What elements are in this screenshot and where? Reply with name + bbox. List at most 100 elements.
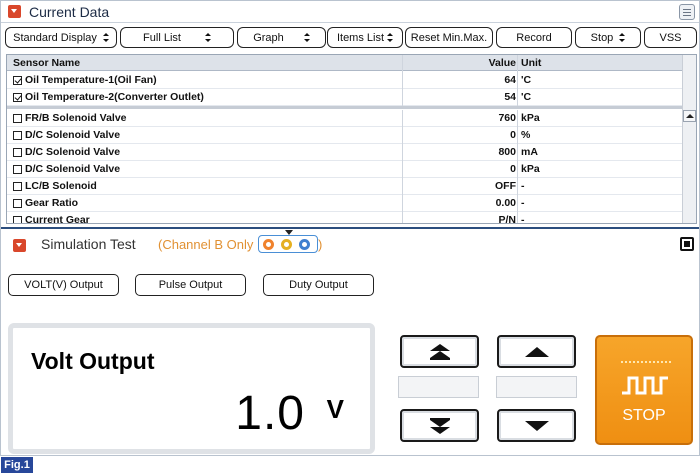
sensor-value: 0.00: [495, 197, 516, 209]
table-row[interactable]: D/C Solenoid Valve 0 kPa: [7, 161, 683, 178]
row-checkbox[interactable]: [13, 75, 22, 85]
items-list-label: Items List: [336, 31, 385, 44]
volt-output-label: VOLT(V) Output: [24, 279, 103, 291]
selected-channel-marker-icon: [285, 230, 293, 235]
row-checkbox[interactable]: [13, 181, 22, 191]
reset-min-max-button[interactable]: Reset Min.Max.: [405, 27, 493, 48]
table-row[interactable]: D/C Solenoid Valve 0%: [7, 127, 683, 144]
row-checkbox[interactable]: [13, 198, 22, 208]
column-value[interactable]: Value: [489, 57, 516, 69]
sensor-unit: -: [521, 197, 525, 209]
step-field-left[interactable]: [398, 376, 479, 398]
increase-button[interactable]: [497, 335, 576, 368]
sensor-name-text: LC/B Solenoid: [25, 180, 97, 192]
fast-increase-button[interactable]: [400, 335, 479, 368]
column-divider: [517, 212, 518, 223]
updown-icon: [387, 32, 394, 43]
updown-icon: [619, 32, 626, 43]
sensor-name: Current Gear: [13, 214, 90, 224]
record-label: Record: [516, 31, 552, 44]
items-list-select[interactable]: Items List: [327, 27, 403, 48]
scroll-up-icon[interactable]: [683, 110, 696, 122]
double-up-arrow-icon: [429, 343, 450, 360]
row-checkbox[interactable]: [13, 147, 22, 157]
pulse-output-label: Pulse Output: [158, 279, 223, 291]
sensor-value: 54: [504, 91, 516, 103]
duty-output-button[interactable]: Duty Output: [263, 274, 374, 296]
step-field-right[interactable]: [496, 376, 577, 398]
sensor-name-text: FR/B Solenoid Valve: [25, 112, 127, 124]
table-row[interactable]: Oil Temperature-1(Oil Fan) 64 'C: [7, 72, 683, 89]
row-checkbox[interactable]: [13, 164, 22, 174]
stop-square-icon[interactable]: [680, 237, 694, 251]
up-arrow-icon: [524, 346, 549, 357]
sensor-name: FR/B Solenoid Valve: [13, 112, 127, 124]
channel-a-icon[interactable]: [263, 239, 274, 250]
fast-decrease-button[interactable]: [400, 409, 479, 442]
column-divider: [402, 89, 403, 106]
volt-output-button[interactable]: VOLT(V) Output: [8, 274, 119, 296]
table-row[interactable]: D/C Solenoid Valve 800 mA: [7, 144, 683, 161]
updown-icon: [204, 32, 211, 43]
vertical-scrollbar[interactable]: [682, 55, 696, 223]
table-row[interactable]: LC/B Solenoid OFF -: [7, 178, 683, 195]
standard-display-label: Standard Display: [13, 31, 97, 44]
table-row[interactable]: Current Gear P/N -: [7, 212, 683, 224]
stop-simulation-button[interactable]: STOP: [595, 335, 693, 445]
volt-output-value: 1.0: [235, 387, 305, 440]
collapse-icon[interactable]: [13, 239, 26, 252]
sensor-value: 0: [510, 129, 516, 141]
panel-title: Current Data: [29, 4, 110, 20]
sensor-unit: %: [521, 129, 531, 141]
vss-button[interactable]: VSS: [644, 27, 697, 48]
simulation-header: Simulation Test (Channel B Only ): [1, 227, 699, 257]
updown-icon: [102, 32, 109, 43]
sensor-name: Gear Ratio: [13, 197, 78, 209]
sensor-name-text: Oil Temperature-2(Converter Outlet): [25, 91, 204, 103]
pulse-wave-icon: [622, 376, 668, 395]
menu-icon[interactable]: [679, 4, 695, 20]
pinned-splitter[interactable]: [7, 106, 696, 109]
column-sensor-name[interactable]: Sensor Name: [13, 57, 80, 69]
table-row[interactable]: Oil Temperature-2(Converter Outlet) 54 'C: [7, 89, 683, 106]
row-checkbox[interactable]: [13, 92, 22, 102]
volt-output-display: Volt Output 1.0 V: [8, 323, 375, 454]
row-checkbox[interactable]: [13, 113, 22, 123]
table-row[interactable]: FR/B Solenoid Valve 760 kPa: [7, 110, 683, 127]
sensor-value: 800: [498, 146, 516, 158]
full-list-select[interactable]: Full List: [120, 27, 234, 48]
stop-select[interactable]: Stop: [575, 27, 641, 48]
pulse-output-button[interactable]: Pulse Output: [135, 274, 246, 296]
collapse-icon[interactable]: [8, 5, 21, 18]
sensor-name-text: Current Gear: [25, 214, 90, 224]
column-divider: [402, 55, 403, 72]
record-button[interactable]: Record: [496, 27, 572, 48]
sensor-name: Oil Temperature-1(Oil Fan): [13, 74, 157, 86]
channel-c-icon[interactable]: [299, 239, 310, 250]
column-divider: [517, 195, 518, 212]
row-checkbox[interactable]: [13, 215, 22, 223]
channel-selector[interactable]: [258, 230, 318, 253]
reset-label: Reset Min.Max.: [410, 31, 488, 44]
column-divider: [402, 178, 403, 195]
full-list-label: Full List: [143, 31, 181, 44]
duty-output-label: Duty Output: [289, 279, 348, 291]
table-row[interactable]: Gear Ratio 0.00-: [7, 195, 683, 212]
standard-display-select[interactable]: Standard Display: [5, 27, 117, 48]
graph-select[interactable]: Graph: [237, 27, 326, 48]
channel-note-close: ): [318, 237, 323, 252]
sensor-name: D/C Solenoid Valve: [13, 163, 120, 175]
column-unit[interactable]: Unit: [521, 57, 541, 69]
double-down-arrow-icon: [429, 417, 450, 434]
sensor-value: 760: [498, 112, 516, 124]
stop-label: Stop: [590, 31, 614, 44]
channel-b-icon[interactable]: [281, 239, 292, 250]
row-checkbox[interactable]: [13, 130, 22, 140]
channel-note: (Channel B Only: [158, 237, 254, 252]
updown-icon: [303, 32, 310, 43]
sensor-name: D/C Solenoid Valve: [13, 146, 120, 158]
indicator-dots: [621, 361, 671, 367]
sensor-value: 0: [510, 163, 516, 175]
decrease-button[interactable]: [497, 409, 576, 442]
volt-output-title: Volt Output: [31, 348, 155, 374]
